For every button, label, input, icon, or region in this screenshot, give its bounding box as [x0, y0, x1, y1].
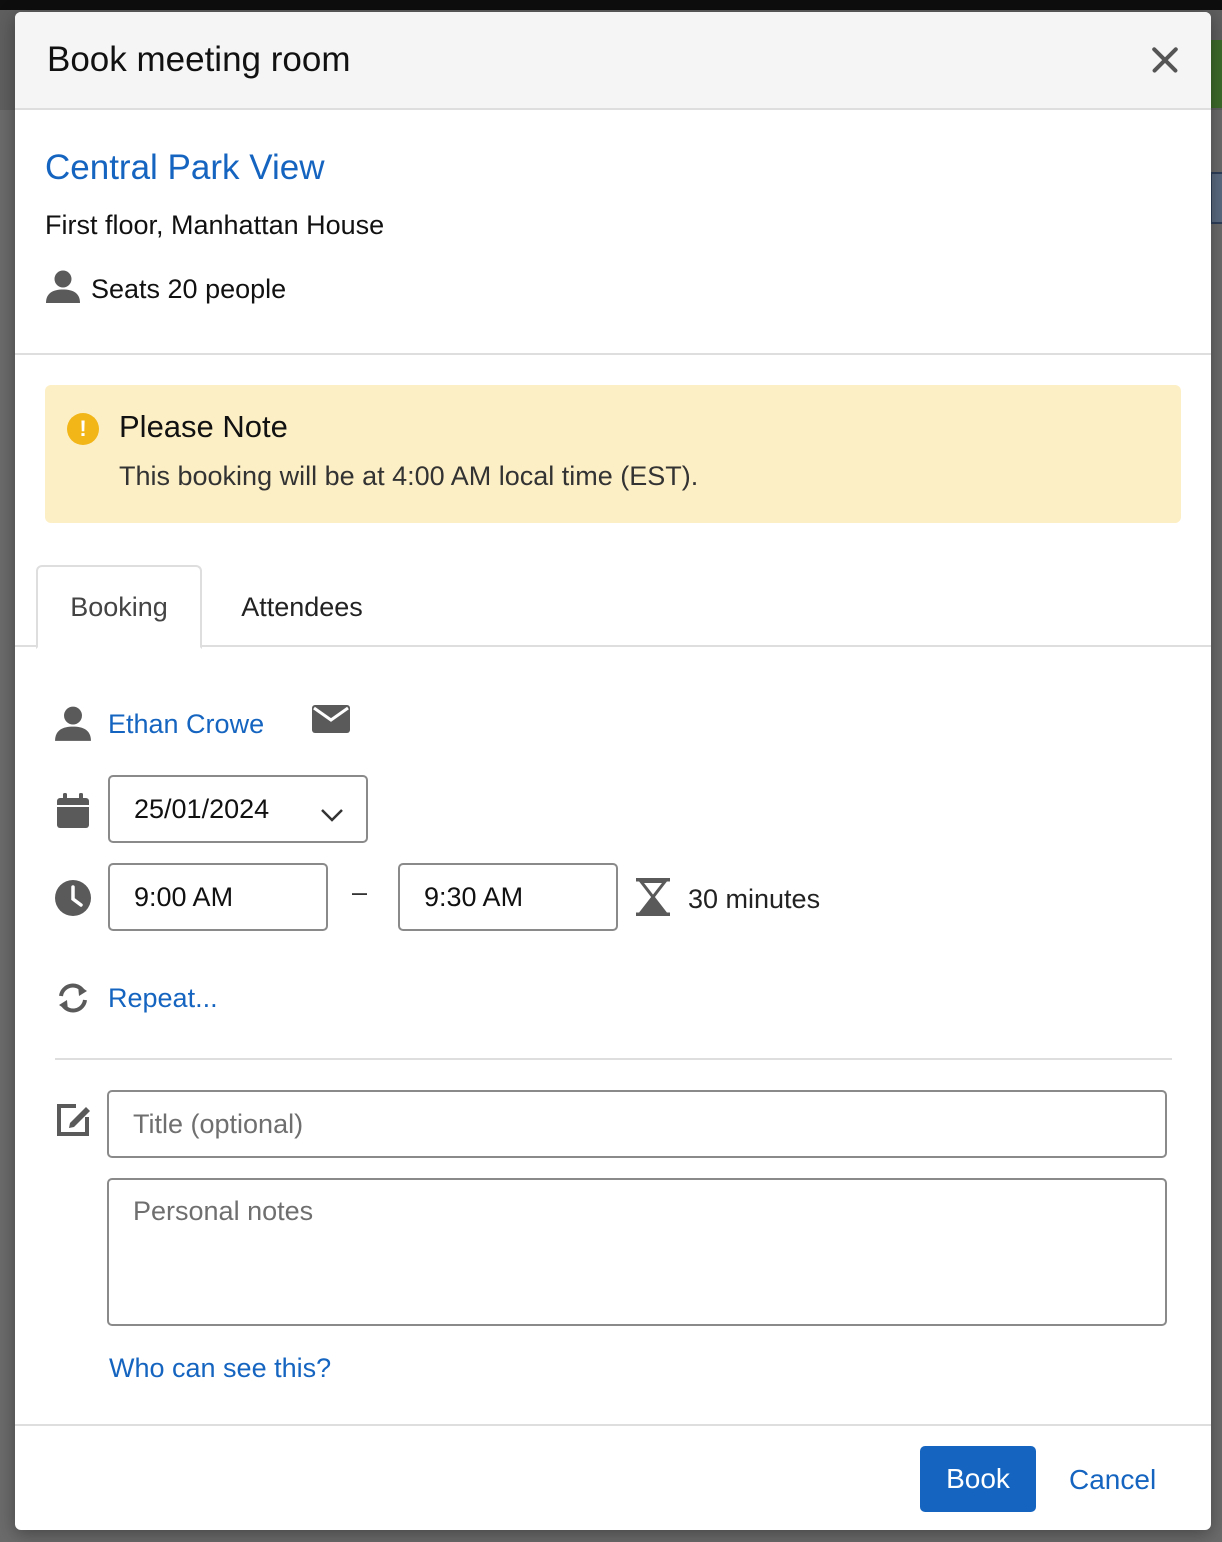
- dialog-footer: Book Cancel: [15, 1424, 1211, 1530]
- envelope-icon[interactable]: [312, 705, 350, 738]
- room-location: First floor, Manhattan House: [45, 210, 385, 240]
- note-text: This booking will be at 4:00 AM local ti…: [119, 461, 699, 491]
- book-button[interactable]: Book: [920, 1446, 1036, 1512]
- background-field: [1210, 172, 1222, 224]
- start-time-input[interactable]: 9:00 AM: [108, 863, 328, 931]
- seats-row: Seats 20 people: [45, 269, 1181, 310]
- personal-notes-input[interactable]: [107, 1178, 1167, 1326]
- section-divider: [55, 1058, 1172, 1060]
- end-time-value: 9:30 AM: [424, 881, 524, 912]
- seats-capacity: Seats 20 people: [91, 274, 287, 304]
- room-info: Central Park View First floor, Manhattan…: [15, 110, 1211, 355]
- calendar-icon: [53, 793, 93, 829]
- chevron-down-icon: [320, 799, 344, 830]
- repeat-link[interactable]: Repeat...: [108, 983, 218, 1014]
- close-icon[interactable]: [1145, 40, 1185, 80]
- organizer-name-link[interactable]: Ethan Crowe: [108, 709, 264, 740]
- person-icon: [45, 269, 81, 310]
- time-separator: –: [352, 877, 368, 907]
- end-time-input[interactable]: 9:30 AM: [398, 863, 618, 931]
- dialog-header: Book meeting room: [15, 12, 1211, 110]
- duration-text: 30 minutes: [688, 884, 821, 914]
- please-note-banner: ! Please Note This booking will be at 4:…: [45, 385, 1181, 523]
- tab-attendees[interactable]: Attendees: [215, 565, 389, 649]
- refresh-icon: [53, 981, 93, 1015]
- note-title: Please Note: [119, 409, 288, 444]
- cancel-button[interactable]: Cancel: [1069, 1464, 1156, 1496]
- booking-form: Ethan Crowe 25/01/2024 9:00 AM – 9:30 AM…: [15, 647, 1211, 1424]
- hourglass-icon: [635, 877, 671, 922]
- warning-icon: !: [67, 413, 99, 445]
- date-value: 25/01/2024: [134, 793, 270, 824]
- date-select[interactable]: 25/01/2024: [108, 775, 368, 843]
- booking-tabs: Booking Attendees: [15, 565, 1211, 649]
- tab-booking[interactable]: Booking: [36, 565, 202, 649]
- room-name-link[interactable]: Central Park View: [45, 148, 1181, 188]
- book-meeting-room-dialog: Book meeting room Central Park View Firs…: [15, 12, 1211, 1530]
- app-top-bar: [0, 0, 1222, 10]
- edit-icon: [53, 1101, 93, 1139]
- person-icon: [53, 705, 93, 743]
- visibility-info-link[interactable]: Who can see this?: [109, 1353, 331, 1384]
- start-time-value: 9:00 AM: [134, 881, 234, 912]
- clock-icon: [53, 879, 93, 917]
- dialog-title: Book meeting room: [47, 40, 351, 79]
- title-input[interactable]: [107, 1090, 1167, 1158]
